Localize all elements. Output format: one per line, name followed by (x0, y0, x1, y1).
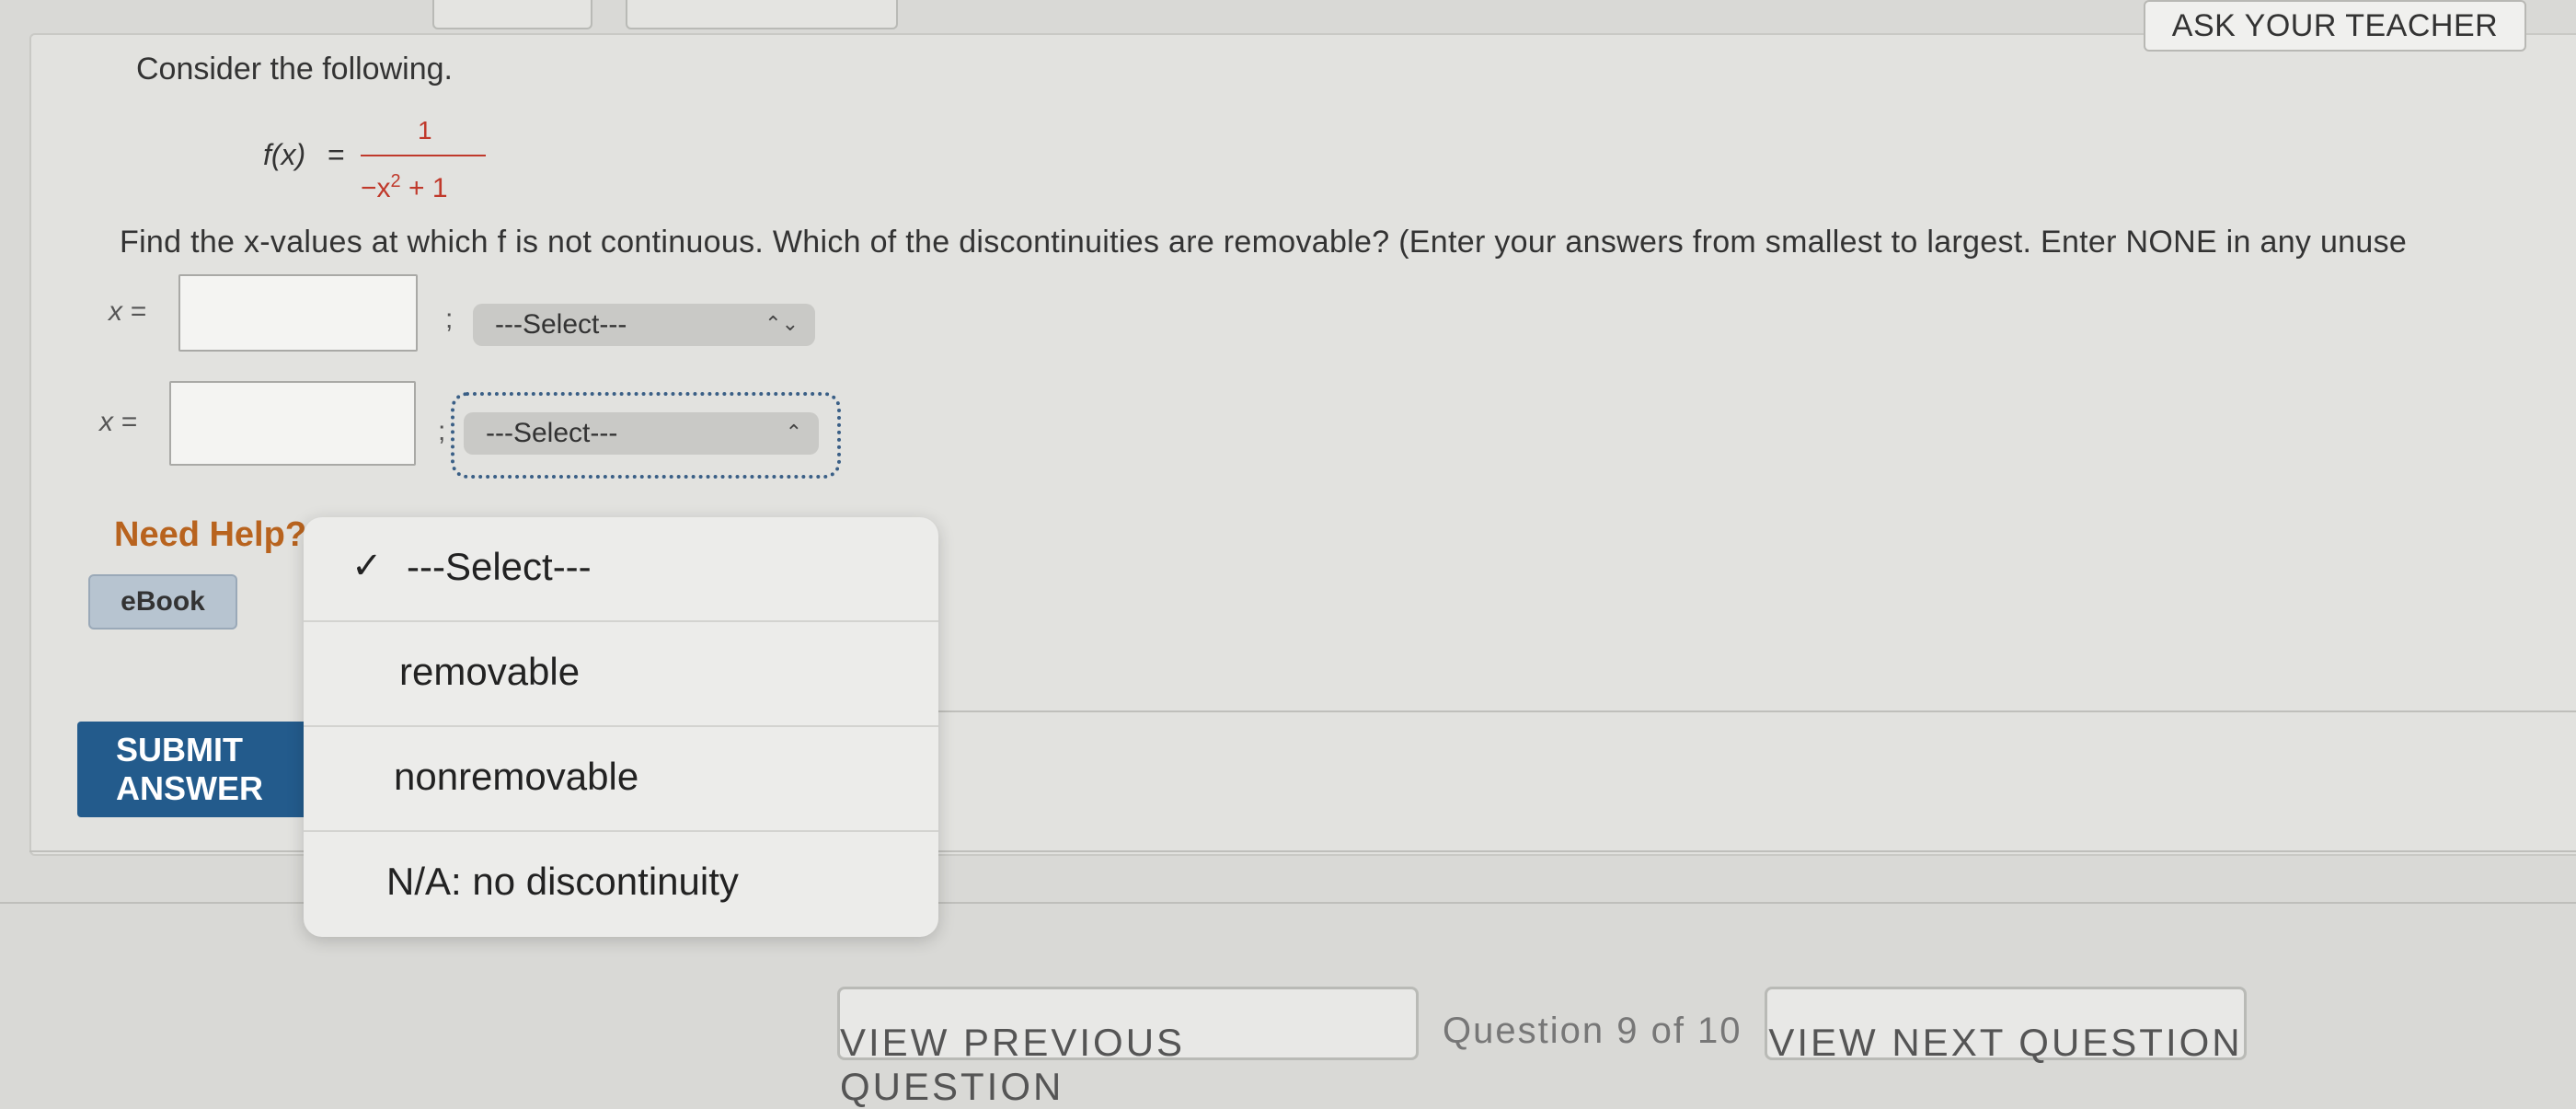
fraction-numerator: 1 (418, 116, 432, 144)
dropdown-option-na[interactable]: N/A: no discontinuity (304, 832, 938, 937)
dropdown-option-label: ---Select--- (407, 545, 592, 588)
section-divider (929, 710, 2576, 712)
dropdown-option-label: removable (399, 650, 581, 693)
top-button-left[interactable] (432, 0, 592, 29)
denominator-rest: + 1 (400, 173, 448, 203)
denominator-base: −x (361, 173, 391, 203)
select-chevron-icon: ⌃⌄ (765, 312, 799, 335)
answer-2-select[interactable]: ---Select--- ⌃ (464, 412, 819, 455)
answer-2-input[interactable] (169, 381, 416, 466)
answer-1-separator: ; (445, 304, 454, 334)
dropdown-option-label: N/A: no discontinuity (386, 860, 739, 903)
answer-1-label: x = (109, 296, 146, 327)
answer-1-input[interactable] (178, 274, 418, 352)
submit-answer-button[interactable]: SUBMIT ANSWER (77, 722, 316, 817)
dropdown-option-removable[interactable]: removable (304, 622, 938, 727)
ask-your-teacher-button[interactable]: ASK YOUR TEACHER (2144, 0, 2526, 52)
answer-2-separator: ; (438, 416, 446, 446)
need-help-heading: Need Help? (114, 515, 307, 554)
view-previous-question-button[interactable]: VIEW PREVIOUS QUESTION (837, 987, 1419, 1108)
problem-prompt: Consider the following. (136, 52, 453, 87)
answer-2-select-value: ---Select--- (486, 418, 618, 448)
checkmark-icon: ✓ (351, 546, 383, 586)
select-chevron-icon: ⌃ (785, 421, 802, 444)
problem-instructions: Find the x-values at which f is not cont… (120, 225, 2408, 260)
fraction-denominator: −x2 + 1 (361, 171, 448, 204)
fraction-bar (361, 155, 486, 156)
equals-sign: = (328, 138, 345, 171)
top-button-middle[interactable] (626, 0, 898, 29)
answer-1-select[interactable]: ---Select--- ⌃⌄ (473, 304, 815, 346)
dropdown-option-select[interactable]: ✓ ---Select--- (304, 517, 938, 622)
dropdown-option-label: nonremovable (394, 755, 639, 798)
dropdown-option-nonremovable[interactable]: nonremovable (304, 727, 938, 832)
function-name: f(x) (263, 138, 306, 171)
ebook-button[interactable]: eBook (88, 574, 237, 630)
select-dropdown-menu: ✓ ---Select--- removable nonremovable N/… (304, 517, 938, 937)
answer-2-label: x = (99, 407, 137, 437)
question-counter: Question 9 of 10 (1443, 1011, 1742, 1051)
view-next-question-button[interactable]: VIEW NEXT QUESTION (1765, 987, 2247, 1064)
answer-1-select-value: ---Select--- (495, 309, 627, 340)
denominator-exponent: 2 (390, 171, 401, 191)
